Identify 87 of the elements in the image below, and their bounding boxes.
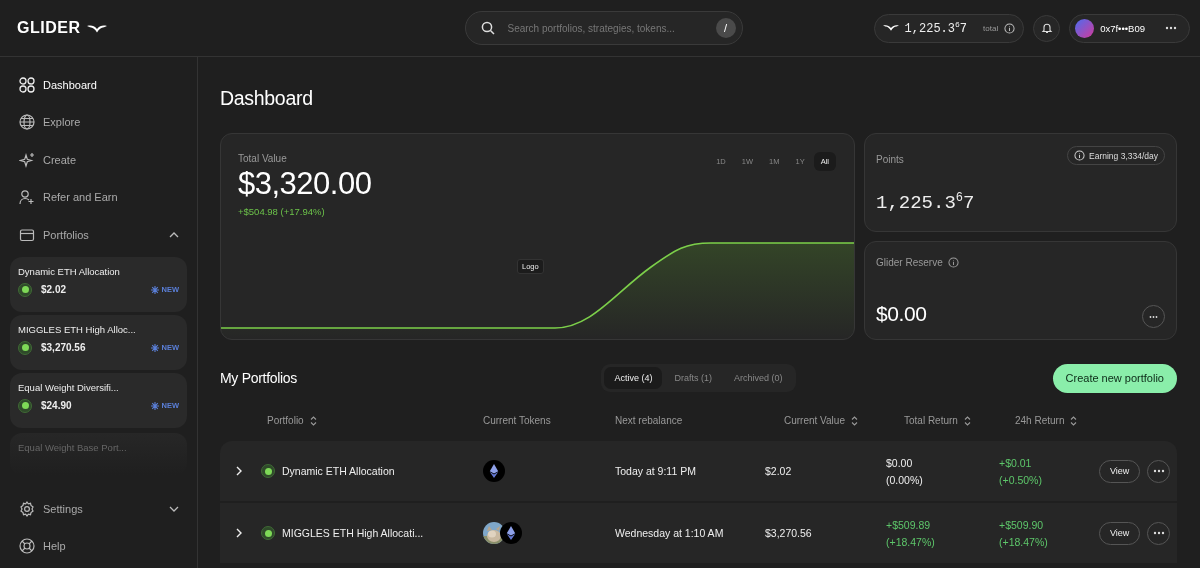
sidebar-item[interactable]: Settings [10, 490, 187, 528]
sidebar-item[interactable]: Create [10, 141, 187, 179]
wallet-address: 0x7f•••B09 [1100, 22, 1145, 34]
table-row[interactable]: MIGGLES ETH High Allocati... Wednesday at 1:10 AM $3,270.56 +$509.89 (+18.47%) +$509.90 (+18.47%) View [220, 503, 1177, 563]
info-icon [947, 257, 959, 268]
sparkle-icon [150, 401, 159, 410]
more-icon [1149, 314, 1158, 319]
table-row[interactable]: Dynamic ETH Allocation Today at 9:11 PM $2.02 $0.00 (0.00%) +$0.01 (+0.50%) View [220, 441, 1177, 501]
portfolio-name: Equal Weight Diversifi... [18, 381, 120, 393]
table-cell-text: Today at 9:11 PM [615, 465, 697, 477]
info-icon [1074, 150, 1085, 161]
bird-logo-icon [882, 24, 899, 32]
chevron-up-icon [169, 231, 179, 238]
table-cell-text: $0.00 (0.00%) [886, 456, 924, 486]
table-cell: MIGGLES ETH High Allocati... [282, 527, 424, 539]
avatar-icon [1075, 18, 1095, 38]
notifications-button[interactable] [1033, 14, 1061, 42]
table-cell-text: $2.02 [765, 465, 793, 477]
value-change: +$504.98 (+17.94%) [238, 206, 326, 217]
sidebar-item[interactable]: Help [10, 527, 187, 565]
settings-icon [19, 500, 35, 517]
sidebar-item[interactable]: Explore [10, 103, 187, 141]
total-label: total [983, 23, 999, 33]
table-cell: Dynamic ETH Allocation [282, 465, 395, 477]
chevron-right-icon [236, 528, 242, 538]
info-icon [1004, 22, 1016, 34]
ethereum-token-icon [483, 460, 505, 482]
total-value-amount: $3,320.00 [238, 166, 372, 202]
table-cell-text: Wednesday at 1:10 AM [615, 527, 725, 539]
portfolio-tab[interactable]: Drafts (1) [664, 367, 722, 389]
sort-icon [1070, 415, 1078, 426]
wallet-icon [19, 226, 35, 243]
portfolio-name: MIGGLES ETH High Alloc... [18, 323, 137, 335]
bell-icon [1040, 22, 1053, 34]
table-cell-text: +$0.01 (+0.50%) [999, 456, 1043, 486]
points-label: Points [876, 154, 904, 165]
globe-icon [19, 114, 35, 131]
lifebuoy-icon [19, 538, 35, 555]
column-header[interactable]: 24h Return [1015, 415, 1065, 426]
brand-name: GLIDER [17, 19, 81, 37]
portfolio-value: $3,270.56 [41, 342, 86, 353]
sidebar-item[interactable]: Refer and Earn [10, 178, 187, 216]
section-title: My Portfolios [220, 370, 298, 386]
portfolio-name: Dynamic ETH Allocation [18, 265, 121, 277]
search-bar[interactable]: Search portfolios, strategies, tokens... / [464, 11, 743, 45]
more-icon [1152, 469, 1165, 473]
create-portfolio-button[interactable]: Create new portfolio [1052, 363, 1177, 393]
column-header: Next rebalance [615, 415, 683, 426]
ethereum-token-icon [500, 522, 522, 544]
search-icon [480, 21, 495, 35]
points-value: 1,225.3$^{6}$7 [876, 190, 975, 214]
total-value-label: Total Value [238, 153, 288, 164]
column-header[interactable]: Current Value [784, 415, 845, 426]
page-title: Dashboard [220, 87, 314, 110]
points-total: 1,225.3$^{6}$7 [904, 20, 968, 36]
portfolio-value: $2.02 [41, 284, 67, 295]
sidebar-item[interactable]: Dashboard [10, 66, 187, 104]
chevron-down-icon [169, 505, 179, 512]
table-cell-text: $3,270.56 [765, 527, 813, 539]
grid-icon [19, 76, 35, 93]
sidebar-item[interactable]: Portfolios [10, 216, 187, 254]
sort-icon [309, 415, 317, 426]
table-cell-text: +$509.89 (+18.47%) [886, 518, 936, 548]
column-header[interactable]: Total Return [904, 415, 958, 426]
person-add-icon [19, 189, 35, 206]
column-header[interactable]: Portfolio [267, 415, 304, 426]
chevron-right-icon [236, 466, 242, 476]
more-icon [1152, 531, 1165, 535]
sort-icon [850, 415, 858, 426]
points-pill[interactable]: 1,225.3$^{6}$7 total [873, 13, 1025, 43]
reserve-value: $0.00 [876, 302, 927, 326]
table-cell-text: +$509.90 (+18.47%) [999, 518, 1049, 548]
more-icon [1165, 26, 1177, 30]
sparkle-icon [19, 151, 35, 168]
search-field[interactable]: Search portfolios, strategies, tokens... [505, 21, 705, 35]
reserve-label: Glider Reserve [876, 257, 943, 268]
bird-logo-icon [87, 23, 108, 33]
account-pill[interactable]: 0x7f•••B09 [1069, 13, 1190, 43]
column-header: Current Tokens [483, 415, 551, 426]
sparkle-icon [150, 285, 159, 294]
shortcut-key: / [715, 18, 736, 38]
portfolio-value: $24.90 [41, 400, 72, 411]
sparkle-icon [150, 343, 159, 352]
portfolio-tab[interactable]: Archived (0) [724, 367, 793, 389]
portfolio-name: Equal Weight Base Port... [18, 441, 128, 453]
portfolio-tab[interactable]: Active (4) [604, 367, 663, 389]
sort-icon [963, 415, 971, 426]
